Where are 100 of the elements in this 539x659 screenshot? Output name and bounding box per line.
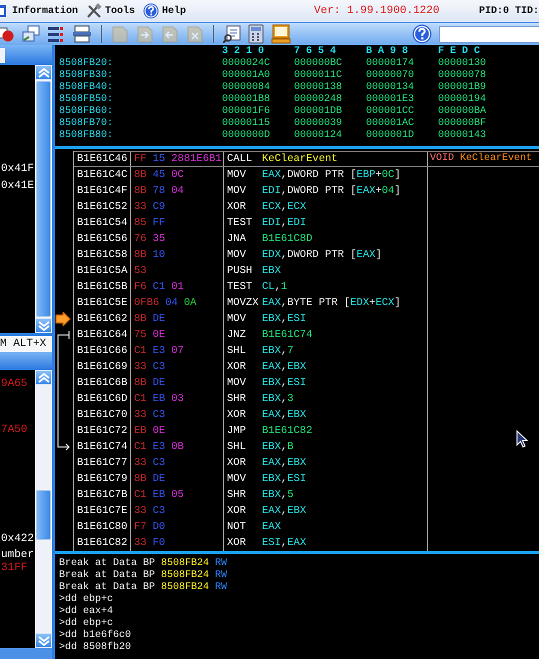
menu-item[interactable]: Tools bbox=[86, 3, 136, 19]
address-cell[interactable]: B1E61C6B bbox=[74, 375, 131, 391]
help-icon[interactable] bbox=[412, 24, 432, 44]
scroll-up-button[interactable] bbox=[35, 65, 52, 80]
operand-text: EBX,5 bbox=[262, 488, 294, 503]
scroll-down-button[interactable] bbox=[35, 633, 52, 648]
byte-codes: C1 E3 07 bbox=[131, 343, 224, 359]
address-cell[interactable]: B1E61C52 bbox=[74, 199, 131, 215]
printer-icon[interactable] bbox=[72, 25, 92, 43]
console-line: >dd ebp+c bbox=[59, 594, 114, 606]
command-field[interactable] bbox=[439, 26, 539, 42]
operand-text: EBX bbox=[262, 264, 281, 279]
address-cell[interactable]: B1E61C7E bbox=[74, 503, 131, 519]
address-cell[interactable]: B1E61C56 bbox=[74, 231, 131, 247]
address-cell[interactable]: B1E61C70 bbox=[74, 407, 131, 423]
memory-address: 8508FB80: bbox=[59, 130, 114, 142]
address-cell[interactable]: B1E61C72 bbox=[74, 423, 131, 439]
console-line: >dd eax+4 bbox=[59, 606, 114, 618]
chevron-down-icon bbox=[38, 320, 50, 330]
scroll-down-button[interactable] bbox=[35, 318, 52, 333]
mnemonic-text: XOR bbox=[227, 200, 247, 215]
mnemonic-text: XOR bbox=[227, 456, 247, 471]
address-cell[interactable]: B1E61C74 bbox=[74, 439, 131, 455]
address-cell[interactable]: B1E61C5B bbox=[74, 279, 131, 295]
address-cell[interactable]: B1E61C54 bbox=[74, 215, 131, 231]
memory-value: 0000000D bbox=[222, 130, 272, 142]
address-cell[interactable]: B1E61C66 bbox=[74, 343, 131, 359]
byte-codes: FF 15 2881E6B1 bbox=[131, 151, 224, 167]
value-text: 0x422 bbox=[1, 533, 35, 546]
address-cell[interactable]: B1E61C69 bbox=[74, 359, 131, 375]
memory-value: 000001B8 bbox=[222, 94, 272, 106]
memory-value: 000001A0 bbox=[222, 70, 272, 82]
console-line: Break at Data BP 8508FB24 RW bbox=[59, 582, 228, 594]
address-cell[interactable]: B1E61C64 bbox=[74, 327, 131, 343]
byte-codes: EB 0E bbox=[131, 423, 224, 439]
menu-item[interactable]: Information bbox=[0, 4, 78, 18]
memory-value: 000001E3 bbox=[366, 94, 416, 106]
address-cell[interactable]: B1E61C79 bbox=[74, 471, 131, 487]
byte-codes: 33 C3 bbox=[131, 503, 224, 519]
value-text: 0x41F bbox=[1, 163, 35, 176]
console-line: Break at Data BP 8508FB24 RW bbox=[59, 570, 228, 582]
byte-codes: F7 D0 bbox=[131, 519, 224, 535]
address-cell[interactable]: B1E61C58 bbox=[74, 247, 131, 263]
hotkey-label: M ALT+X bbox=[0, 333, 52, 352]
mnemonic-text: SHL bbox=[227, 344, 247, 359]
panel-tab[interactable] bbox=[0, 48, 5, 62]
record-icon[interactable] bbox=[0, 25, 15, 43]
operand-text: EAX,DWORD PTR [EBP+0C] bbox=[262, 168, 401, 183]
memory-value: 00000115 bbox=[222, 118, 272, 130]
memory-value: 00000194 bbox=[438, 94, 488, 106]
scrollbar-thumb[interactable] bbox=[36, 490, 51, 540]
memory-value: 00000039 bbox=[294, 118, 344, 130]
list-icon[interactable] bbox=[47, 25, 65, 43]
byte-codes: 33 C3 bbox=[131, 359, 224, 375]
address-cell[interactable]: B1E61C7B bbox=[74, 487, 131, 503]
operand-text: ECX,ECX bbox=[262, 200, 306, 215]
monitor-icon[interactable] bbox=[271, 24, 291, 44]
address-cell[interactable]: B1E61C82 bbox=[74, 535, 131, 551]
calculator-icon[interactable] bbox=[248, 24, 264, 44]
memory-address: 8508FB70: bbox=[59, 118, 114, 130]
mnemonic-text: XOR bbox=[227, 408, 247, 423]
document-icon[interactable] bbox=[223, 25, 241, 43]
address-cell[interactable]: B1E61C4F bbox=[74, 183, 131, 199]
byte-codes: 53 bbox=[131, 263, 224, 279]
menu-item[interactable]: Help bbox=[143, 3, 186, 19]
address-cell[interactable]: B1E61C77 bbox=[74, 455, 131, 471]
windows-icon[interactable] bbox=[22, 25, 40, 43]
memory-value: 00000248 bbox=[294, 94, 344, 106]
operand-text: EBX,ESI bbox=[262, 312, 306, 327]
address-cell[interactable]: B1E61C6D bbox=[74, 391, 131, 407]
operand-text: EAX,EBX bbox=[262, 360, 306, 375]
memory-value: 000001F6 bbox=[222, 106, 272, 118]
window-icon bbox=[0, 4, 9, 18]
operand-text: EBX,3 bbox=[262, 392, 294, 407]
address-cell[interactable]: B1E61C4C bbox=[74, 167, 131, 183]
memory-value: 00000084 bbox=[222, 82, 272, 94]
mnemonic-text: MOVZX bbox=[227, 296, 260, 311]
operand-text: EBX,7 bbox=[262, 344, 294, 359]
operand-text: EDI,DWORD PTR [EAX+04] bbox=[262, 184, 401, 199]
panel-header bbox=[0, 352, 52, 370]
mnemonic-text: MOV bbox=[227, 472, 247, 487]
mnemonic-text: MOV bbox=[227, 376, 247, 391]
byte-codes: 76 35 bbox=[131, 231, 224, 247]
memory-value: 000001CC bbox=[366, 106, 416, 118]
address-cell[interactable]: B1E61C46 bbox=[74, 151, 131, 167]
column-header: 7 6 5 4 bbox=[294, 46, 338, 58]
function-signature: VOID KeClearEvent bbox=[430, 153, 532, 164]
mnemonic-text: JNZ bbox=[227, 328, 247, 343]
address-cell[interactable]: B1E61C62 bbox=[74, 311, 131, 327]
address-cell[interactable]: B1E61C5E bbox=[74, 295, 131, 311]
console-line: >dd ebp+c bbox=[59, 618, 114, 630]
byte-codes: 8B 45 0C bbox=[131, 167, 224, 183]
scroll-up-button[interactable] bbox=[35, 370, 52, 385]
byte-codes: 0FB6 04 0A bbox=[131, 295, 224, 311]
memory-value: 000001B9 bbox=[438, 82, 488, 94]
address-cell[interactable]: B1E61C80 bbox=[74, 519, 131, 535]
address-cell[interactable]: B1E61C5A bbox=[74, 263, 131, 279]
memory-value: 0000024C bbox=[222, 58, 272, 70]
byte-codes: 33 C3 bbox=[131, 407, 224, 423]
chevron-down-icon bbox=[38, 636, 50, 646]
